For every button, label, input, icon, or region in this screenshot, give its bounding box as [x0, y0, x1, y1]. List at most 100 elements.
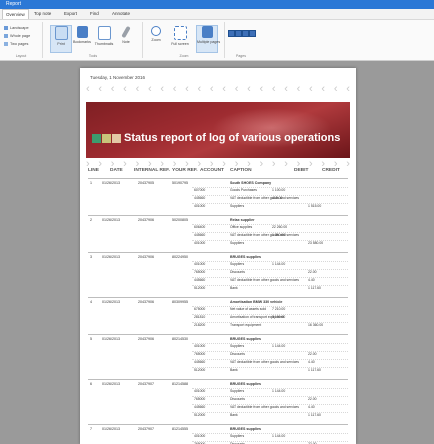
row-caption: Transport equipment	[230, 323, 262, 327]
row-credit: 22.00	[308, 352, 317, 356]
row-account: 512000	[194, 413, 206, 417]
row-heading: Relax supplier	[230, 218, 255, 222]
row-internal-ref: 20437906	[138, 300, 154, 304]
landscape-icon	[4, 26, 8, 30]
row-date: 01/26/2013	[102, 382, 120, 386]
row-account: 606400	[194, 225, 206, 229]
row-debit: 7 210.00	[272, 307, 286, 311]
tab-top-note[interactable]: Top note	[34, 9, 51, 19]
col-line: LINE	[88, 168, 99, 173]
col-your-ref: YOUR REF.	[172, 168, 198, 173]
row-rule	[192, 343, 348, 344]
two-pages-option[interactable]: Two pages	[4, 42, 28, 46]
table-row: 4 01/26/2013 20437906 80309955 Amortisation …	[88, 297, 348, 332]
row-heading: BRUGES supplies	[230, 427, 261, 431]
full-screen-icon	[173, 26, 187, 40]
row-your-ref: 81214555	[172, 427, 188, 431]
row-rule	[192, 412, 348, 413]
row-rule	[192, 322, 348, 323]
row-credit: 1 117.60	[308, 368, 321, 372]
print-button[interactable]: Print	[50, 25, 72, 53]
row-your-ref: 80309955	[172, 300, 188, 304]
bookmarks-button[interactable]: Bookmarks	[72, 26, 92, 44]
row-line: 7	[90, 427, 92, 431]
multiple-pages-button[interactable]: Multiple pages	[196, 25, 220, 53]
landscape-option[interactable]: Landscape	[4, 26, 29, 30]
row-debit: 1 144.00	[272, 434, 286, 438]
ribbon-group-layout: Landscape Whole page Two pages Layout	[0, 22, 43, 58]
row-debit: 9 150.00	[272, 315, 286, 319]
report-title: Status report of log of various operatio…	[124, 132, 341, 144]
row-internal-ref: 20437906	[138, 218, 154, 222]
row-heading: BRUGES supplies	[230, 382, 261, 386]
row-date: 01/26/2013	[102, 181, 120, 185]
row-account: 512000	[194, 368, 206, 372]
row-credit: 22.00	[308, 270, 317, 274]
tab-overview[interactable]: Overview	[2, 9, 29, 19]
banner-square-green	[92, 134, 101, 143]
page-4-icon[interactable]	[249, 30, 256, 37]
row-caption: Bank	[230, 286, 238, 290]
two-pages-icon	[4, 42, 8, 46]
row-caption: Discounts	[230, 352, 245, 356]
thumbnails-icon	[97, 26, 111, 40]
row-credit: 16 360.00	[308, 323, 324, 327]
row-caption: Suppliers	[230, 241, 245, 245]
row-line: 5	[90, 337, 92, 341]
row-account: 401000	[194, 434, 206, 438]
row-debit: 1 360.00	[272, 233, 286, 237]
row-account: 445660	[194, 405, 206, 409]
report-banner	[86, 102, 350, 158]
row-your-ref: 81214588	[172, 382, 188, 386]
row-heading: BRUGES supplies	[230, 337, 261, 341]
row-credit: 1 117.60	[308, 286, 321, 290]
row-debit: 1 144.00	[272, 389, 286, 393]
row-rule	[192, 269, 348, 270]
tab-annotate[interactable]: Annotate	[112, 9, 130, 19]
table-row: 6 01/26/2013 20437907 81214588 BRUGES suppli…	[88, 379, 348, 422]
row-caption: Net value of assets sold	[230, 307, 266, 311]
ribbon-toolbar: Landscape Whole page Two pages Layout Pr…	[0, 20, 434, 61]
table-row: 2 01/26/2013 20437906 50200805 Relax supplie…	[88, 215, 348, 250]
row-your-ref: 50200805	[172, 218, 188, 222]
full-screen-button[interactable]: Full screen	[170, 26, 190, 46]
row-line: 3	[90, 255, 92, 259]
row-internal-ref: 20437906	[138, 337, 154, 341]
row-debit: 1 144.00	[272, 344, 286, 348]
tab-find[interactable]: Find	[90, 9, 99, 19]
row-rule	[192, 388, 348, 389]
table-header: LINE DATE INTERNAL REF. YOUR REF. ACCOUN…	[88, 168, 348, 176]
zoom-button[interactable]: Zoom	[146, 26, 166, 42]
note-button[interactable]: Note	[116, 25, 136, 44]
tab-export[interactable]: Export	[64, 9, 77, 19]
row-caption: Suppliers	[230, 434, 245, 438]
row-caption: VAT deductible from other goods and serv…	[230, 278, 299, 282]
row-rule	[192, 306, 348, 307]
row-caption: Suppliers	[230, 262, 245, 266]
whole-page-option[interactable]: Whole page	[4, 34, 30, 38]
page-3-icon[interactable]	[242, 30, 249, 37]
row-rule	[192, 240, 348, 241]
row-credit: 4.40	[308, 405, 315, 409]
page-2-icon[interactable]	[235, 30, 242, 37]
row-account: 445660	[194, 360, 206, 364]
row-caption: Suppliers	[230, 204, 245, 208]
row-caption: VAT deductible from other goods and serv…	[230, 360, 299, 364]
row-line: 1	[90, 181, 92, 185]
row-account: 765000	[194, 270, 206, 274]
thumbnails-button[interactable]: Thumbnails	[94, 26, 114, 46]
row-rule	[192, 433, 348, 434]
magnifier-icon	[151, 26, 161, 36]
row-date: 01/26/2013	[102, 300, 120, 304]
row-account: 765000	[194, 397, 206, 401]
row-caption: Bank	[230, 413, 238, 417]
row-account: 765000	[194, 352, 206, 356]
table-row: 7 01/26/2013 20437907 81214555 BRUGES suppli…	[88, 424, 348, 444]
bookmarks-icon	[76, 26, 88, 38]
row-caption: Discounts	[230, 397, 245, 401]
window-titlebar: Report	[0, 0, 434, 9]
page-1-icon[interactable]	[228, 30, 235, 37]
row-heading: BRUGES supplies	[230, 255, 261, 259]
row-caption: VAT deductible from other goods and serv…	[230, 405, 299, 409]
ribbon-group-tools: Print Bookmarks Thumbnails Note Tools	[44, 22, 143, 58]
